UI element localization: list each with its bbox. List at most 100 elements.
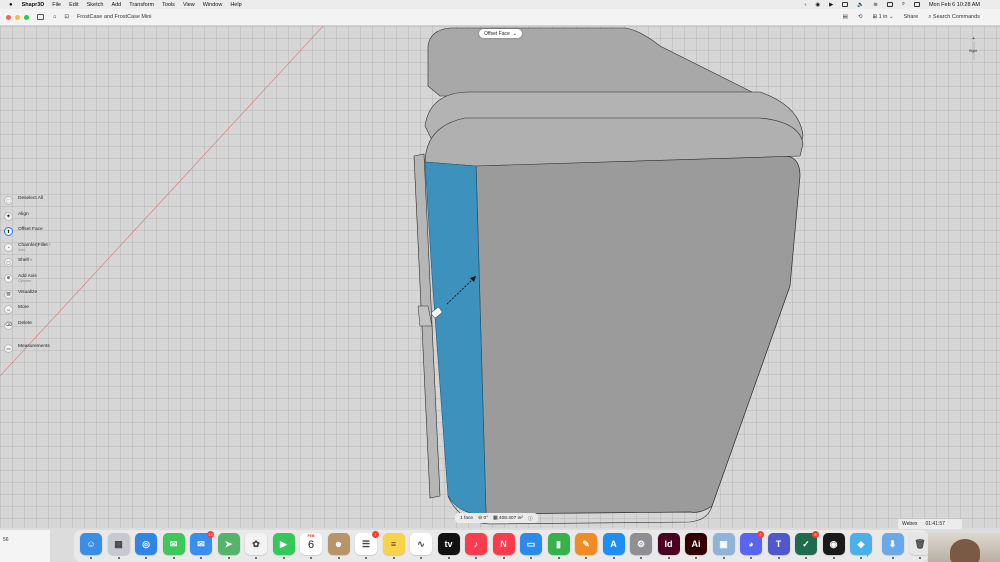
menu-file[interactable]: File [52, 2, 61, 8]
dock-teams[interactable]: T [767, 533, 790, 555]
play-icon[interactable]: ▶ [829, 2, 833, 8]
context-menu-offset-face[interactable]: Offset Face ⌄ [479, 29, 522, 38]
dock-running-indicator [919, 557, 921, 559]
sidebar-toggle-icon[interactable] [37, 14, 44, 20]
display-mode-icon[interactable]: ▤ [843, 14, 848, 20]
back-body [427, 27, 761, 97]
tool-more[interactable]: ••• More [4, 305, 74, 321]
webex-meeting-indicator[interactable]: Webex 01:41:57 [898, 519, 962, 529]
dock-freeform[interactable]: ∿ [410, 533, 432, 555]
3d-viewport[interactable]: Offset Face ⌄ + Right ⬚ Deselect All ◈ A… [0, 26, 1000, 528]
dock-webex[interactable]: ◉ [822, 533, 845, 555]
menu-sketch[interactable]: Sketch [87, 2, 104, 8]
background-window: 56 [0, 530, 50, 562]
dock-reminders[interactable]: ☰ 1 [355, 531, 379, 555]
dock-facetime[interactable]: ▶ [272, 533, 295, 555]
dock-tasks[interactable]: ✓ 8 [795, 531, 819, 555]
menu-window[interactable]: Window [203, 2, 223, 8]
minimize-window-button[interactable] [15, 14, 20, 20]
dock-indesign[interactable]: Id [657, 533, 680, 555]
spotlight-icon[interactable]: ⌕ [902, 1, 905, 8]
siri-icon[interactable] [913, 2, 920, 7]
dock-illustrator[interactable]: Ai [685, 533, 707, 555]
dock-running-indicator [832, 557, 835, 559]
dock-music[interactable]: ♪ [465, 533, 487, 555]
dock-downloads[interactable]: ⬇ [881, 533, 904, 555]
record-icon[interactable]: ◉ [815, 2, 820, 8]
tool-sublabel: Auto [18, 247, 26, 252]
zoom-window-button[interactable] [24, 14, 29, 20]
menu-view[interactable]: View [183, 2, 195, 8]
front-face [475, 155, 801, 515]
view-cube[interactable]: + Right [965, 34, 983, 64]
dock-preview[interactable]: ▣ [712, 533, 735, 555]
dock-running-indicator [145, 557, 147, 559]
dock-finder[interactable]: ☺ [80, 533, 102, 555]
dock-keynote[interactable]: ▭ [520, 533, 542, 555]
dock-numbers[interactable]: ▮ [547, 533, 570, 555]
search-commands[interactable]: ⌕ Search Commands [928, 14, 980, 21]
measurements-label: Measurements [18, 344, 50, 349]
info-icon[interactable]: ⓘ [528, 515, 533, 522]
tool-shell[interactable]: ▢ ShellH [4, 258, 74, 274]
shapr3d-icon: ◆ [857, 538, 865, 549]
tool-add-axis[interactable]: ⊕ Add Axis Cylinder [4, 273, 74, 290]
dock-messages[interactable]: ✉ [162, 533, 185, 555]
share-button[interactable]: Share [904, 14, 919, 20]
compass-label: Right [969, 49, 978, 53]
dock-photos[interactable]: ✿ [245, 533, 267, 555]
history-icon[interactable]: ⟲ [858, 14, 863, 20]
maps-icon: ➤ [224, 538, 233, 549]
menu-transform[interactable]: Transform [129, 2, 154, 8]
dock-maps[interactable]: ➤ [217, 533, 240, 555]
close-window-button[interactable] [6, 14, 11, 20]
freeform-icon: ∿ [417, 538, 425, 549]
dock-app-store[interactable]: A [602, 533, 625, 555]
menu-add[interactable]: Add [111, 2, 121, 8]
model-scene[interactable] [0, 26, 1000, 528]
chevron-left-icon[interactable]: ‹ [804, 2, 806, 8]
dock-news[interactable]: N [492, 533, 515, 555]
visualize-icon: ▧ [4, 289, 13, 299]
indesign-icon: Id [664, 539, 673, 549]
menu-edit[interactable]: Edit [69, 2, 78, 8]
menu-app[interactable]: Shapr3D [22, 2, 45, 8]
dock-launchpad[interactable]: ▦ [107, 533, 130, 555]
volume-icon[interactable]: 🔈 [857, 2, 864, 8]
dock-running-indicator [255, 557, 257, 559]
tool-offset-face[interactable]: ⬆ Offset Face [4, 227, 74, 243]
webex-label: Webex [902, 521, 918, 527]
chevron-down-icon: ⌄ [512, 30, 517, 37]
facetime-icon: ▶ [280, 538, 287, 549]
tool-align[interactable]: ◈ Align [4, 211, 74, 228]
menu-tools[interactable]: Tools [162, 2, 175, 8]
menubar-clock[interactable]: Mon Feb 6 10:28 AM [929, 2, 980, 8]
tool-label: Deselect All [18, 196, 44, 201]
dock-pages[interactable]: ✎ [575, 533, 597, 555]
tool-delete[interactable]: ⌫ Delete [4, 320, 74, 337]
dock-mail[interactable]: ✉ 14 [190, 531, 214, 555]
project-icon[interactable]: ⊡ [64, 14, 69, 20]
dock-system-settings[interactable]: ⚙ [630, 533, 652, 555]
tool-visualize[interactable]: ▧ Visualize [4, 289, 74, 306]
trash-icon: 🗑 [914, 538, 926, 549]
battery-icon[interactable] [842, 2, 849, 7]
control-center-icon[interactable] [886, 2, 893, 7]
dock-notes[interactable]: ≡ [382, 533, 405, 555]
tool-deselect-all[interactable]: ⬚ Deselect All [4, 196, 74, 212]
menu-help[interactable]: Help [230, 2, 241, 8]
unit-selector[interactable]: ⊞ 1 in ⌄ [872, 14, 893, 20]
dock-running-indicator [860, 557, 862, 559]
dock-contacts[interactable]: ☻ [327, 533, 350, 555]
dock-calendar[interactable]: FEB 6 [300, 533, 322, 555]
tool-chamfer-fillet[interactable]: ◔ Chamfer|FilletF Auto [4, 242, 74, 259]
apple-menu-icon[interactable]: ● [9, 2, 13, 8]
selection-status-bar: 1 face ⊖ 0° ▦ 408.407 in² ⓘ [455, 513, 538, 523]
dock-shapr3d[interactable]: ◆ [850, 533, 872, 555]
measurements-button[interactable]: ▭ Measurements [4, 344, 50, 360]
dock-safari[interactable]: ◎ [135, 533, 157, 555]
home-icon[interactable]: ⌂ [53, 14, 56, 20]
wifi-icon[interactable]: ≋ [873, 2, 878, 8]
dock-apple-tv[interactable]: tv [437, 533, 460, 555]
dock-discord[interactable]: ◕ 2 [740, 531, 764, 555]
